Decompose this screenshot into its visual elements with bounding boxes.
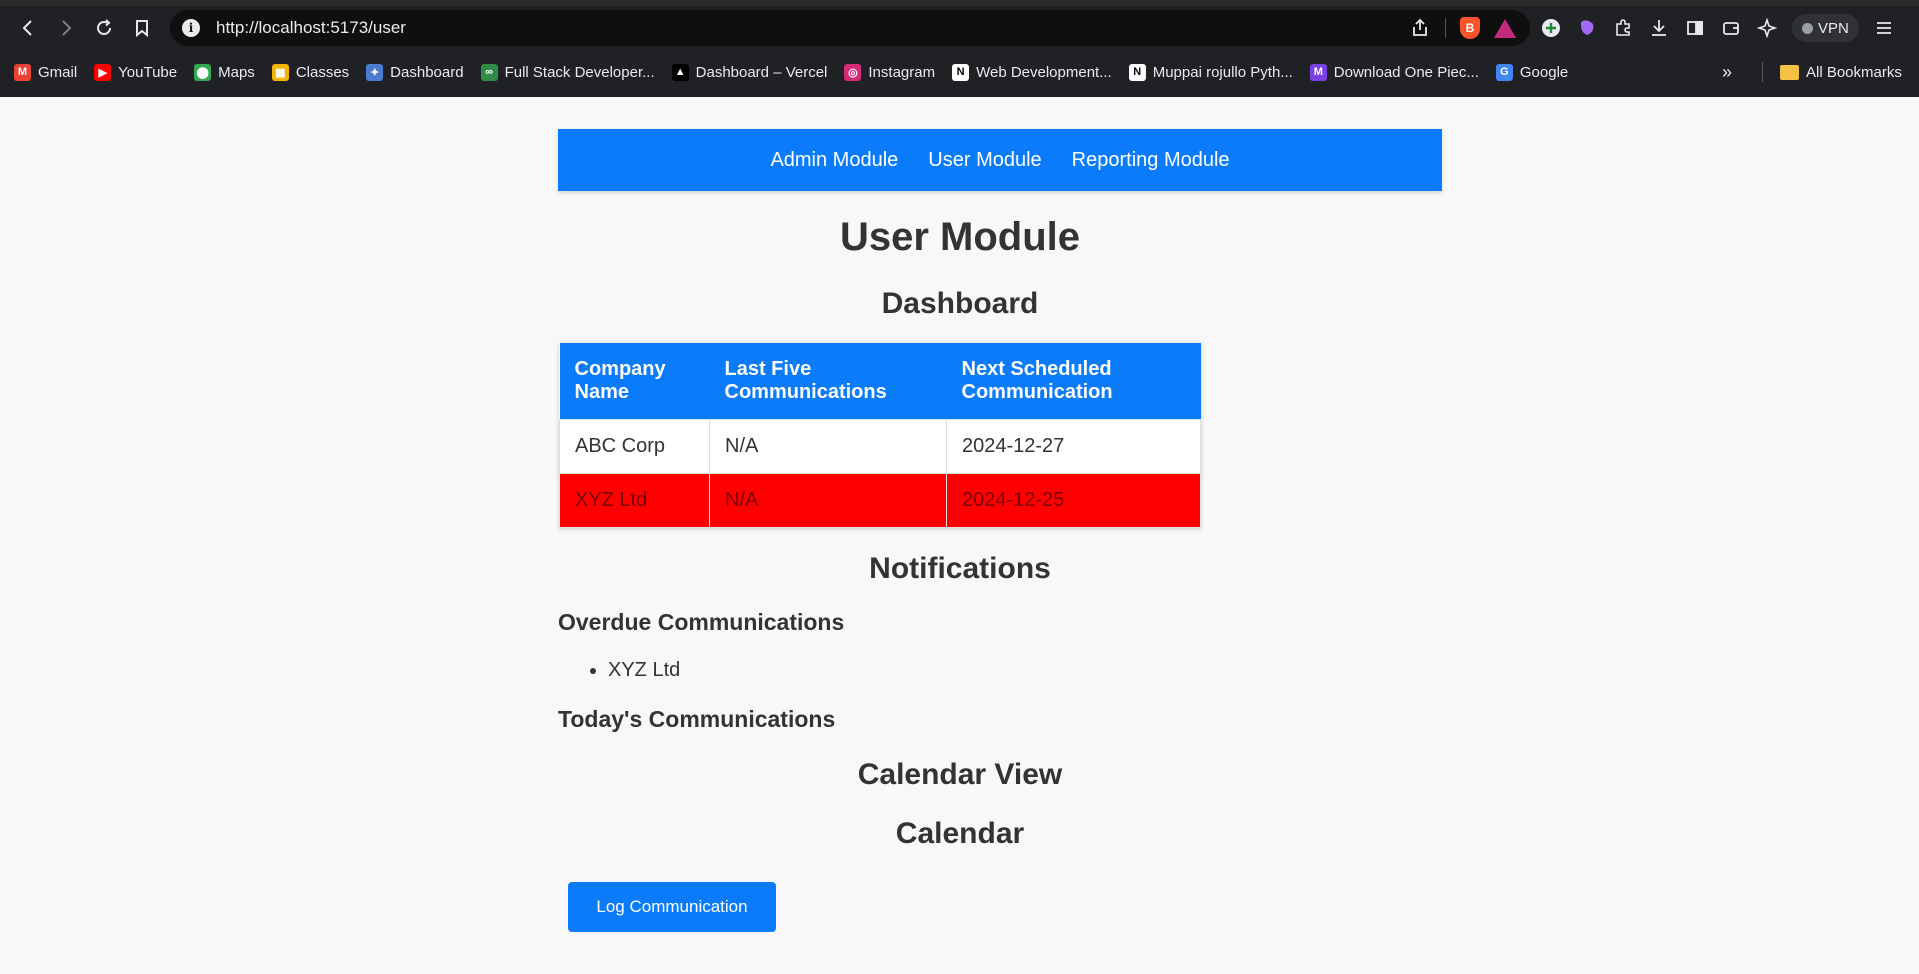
overdue-heading: Overdue Communications bbox=[558, 609, 845, 635]
cell-next-scheduled: 2024-12-27 bbox=[946, 418, 1201, 474]
notion-icon: N bbox=[952, 63, 970, 81]
folder-icon bbox=[1780, 64, 1799, 80]
bookmark-item[interactable]: ▲ Dashboard – Vercel bbox=[671, 63, 828, 81]
browser-toolbar: i http://localhost:5173/user B VPN bbox=[0, 6, 1919, 50]
cell-company: XYZ Ltd bbox=[559, 472, 710, 528]
notifications-heading: Notifications bbox=[869, 552, 1051, 585]
dashboard-icon: ✦ bbox=[366, 63, 384, 81]
bookmark-item[interactable]: ▶ YouTube bbox=[94, 63, 178, 81]
bookmark-label: Download One Piec... bbox=[1333, 63, 1479, 81]
overdue-list: XYZ Ltd bbox=[608, 659, 680, 682]
bookmark-label: Dashboard – Vercel bbox=[695, 63, 828, 81]
bookmark-label: Dashboard bbox=[390, 63, 464, 81]
divider bbox=[1445, 18, 1446, 38]
leo-sparkle-icon[interactable] bbox=[1756, 17, 1778, 39]
page-title: User Module bbox=[839, 215, 1081, 259]
vpn-status-icon bbox=[1802, 22, 1813, 34]
nav-user-module[interactable]: User Module bbox=[928, 149, 1041, 172]
bookmark-label: Instagram bbox=[868, 63, 936, 81]
column-header-next-scheduled: Next Scheduled Communication bbox=[946, 343, 1201, 419]
bookmark-label: Muppai rojullo Pyth... bbox=[1152, 63, 1293, 81]
wallet-icon[interactable] bbox=[1720, 17, 1742, 39]
gmail-icon: M bbox=[14, 63, 31, 81]
bookmark-item[interactable]: ⬤ Maps bbox=[194, 63, 255, 81]
back-icon[interactable] bbox=[10, 10, 46, 46]
bookmarks-bar: M Gmail ▶ YouTube ⬤ Maps ▦ Classes ✦ Dashboard ∞ Fu… bbox=[0, 57, 1919, 87]
bookmark-label: Web Development... bbox=[976, 63, 1112, 81]
m-site-icon: M bbox=[1309, 63, 1327, 81]
today-heading: Today's Communications bbox=[558, 706, 836, 732]
cell-last-five: N/A bbox=[709, 418, 947, 474]
bookmark-label: Gmail bbox=[38, 63, 78, 81]
cell-last-five: N/A bbox=[709, 472, 947, 528]
page-viewport: Admin Module User Module Reporting Modul… bbox=[0, 97, 1919, 974]
bookmark-item[interactable]: ◎ Instagram bbox=[844, 63, 936, 81]
maps-icon: ⬤ bbox=[194, 63, 212, 81]
add-icon[interactable] bbox=[1540, 17, 1562, 39]
download-icon[interactable] bbox=[1648, 17, 1670, 39]
bookmark-item[interactable]: ∞ Full Stack Developer... bbox=[480, 63, 655, 81]
all-bookmarks-button[interactable]: All Bookmarks bbox=[1780, 57, 1902, 87]
table-body: ABC Corp N/A 2024-12-27 XYZ Ltd N/A 2024-12-2… bbox=[559, 418, 1201, 528]
geeksforgeeks-icon: ∞ bbox=[480, 63, 498, 81]
bookmark-item[interactable]: M Gmail bbox=[14, 63, 78, 81]
bookmark-icon[interactable] bbox=[124, 10, 160, 46]
list-item: XYZ Ltd bbox=[608, 659, 680, 682]
bookmark-label: YouTube bbox=[118, 63, 178, 81]
brave-rewards-icon[interactable] bbox=[1494, 18, 1516, 38]
leo-ai-icon[interactable] bbox=[1576, 17, 1598, 39]
column-header-last-five: Last Five Communications bbox=[709, 343, 947, 419]
bookmark-label: Google bbox=[1519, 63, 1569, 81]
bookmark-item[interactable]: G Google bbox=[1495, 63, 1569, 81]
site-info-icon[interactable]: i bbox=[182, 19, 200, 37]
classes-icon: ▦ bbox=[271, 63, 289, 81]
bookmark-label: Maps bbox=[218, 63, 255, 81]
column-header-company: Company Name bbox=[559, 343, 710, 419]
share-icon[interactable] bbox=[1409, 17, 1431, 39]
bookmark-item[interactable]: ▦ Classes bbox=[271, 63, 350, 81]
calendar-view-heading: Calendar View bbox=[857, 758, 1063, 791]
dashboard-heading: Dashboard bbox=[881, 287, 1039, 320]
bookmark-item[interactable]: N Web Development... bbox=[952, 63, 1112, 81]
browser-chrome: i http://localhost:5173/user B VPN M Gma… bbox=[0, 0, 1919, 97]
cell-company: ABC Corp bbox=[559, 418, 710, 474]
vpn-label: VPN bbox=[1818, 19, 1849, 37]
more-bookmarks-icon[interactable]: » bbox=[1722, 57, 1732, 87]
log-communication-button[interactable]: Log Communication bbox=[568, 882, 776, 932]
notion-icon: N bbox=[1128, 63, 1146, 81]
dashboard-table: Company Name Last Five Communications Ne… bbox=[559, 343, 1201, 528]
instagram-icon: ◎ bbox=[844, 63, 862, 81]
url-text[interactable]: http://localhost:5173/user bbox=[216, 18, 406, 38]
reload-icon[interactable] bbox=[86, 10, 122, 46]
bookmark-item[interactable]: N Muppai rojullo Pyth... bbox=[1128, 63, 1293, 81]
address-bar[interactable]: i http://localhost:5173/user B bbox=[170, 10, 1530, 46]
all-bookmarks-label: All Bookmarks bbox=[1806, 63, 1902, 81]
nav-reporting-module[interactable]: Reporting Module bbox=[1072, 149, 1230, 172]
vercel-icon: ▲ bbox=[671, 63, 689, 81]
table-header-row: Company Name Last Five Communications Ne… bbox=[559, 343, 1201, 419]
table-row: ABC Corp N/A 2024-12-27 bbox=[559, 418, 1201, 474]
bookmark-label: Full Stack Developer... bbox=[504, 63, 655, 81]
youtube-icon: ▶ bbox=[94, 63, 112, 81]
google-icon: G bbox=[1495, 63, 1513, 81]
module-nav: Admin Module User Module Reporting Modul… bbox=[558, 129, 1442, 191]
forward-icon[interactable] bbox=[48, 10, 84, 46]
extensions-icon[interactable] bbox=[1612, 17, 1634, 39]
nav-admin-module[interactable]: Admin Module bbox=[770, 149, 898, 172]
bookmark-label: Classes bbox=[295, 63, 350, 81]
cell-next-scheduled: 2024-12-25 bbox=[946, 472, 1201, 528]
brave-shields-icon[interactable]: B bbox=[1460, 17, 1480, 39]
menu-icon[interactable] bbox=[1873, 17, 1895, 39]
vpn-button[interactable]: VPN bbox=[1792, 14, 1859, 42]
bookmark-item[interactable]: M Download One Piec... bbox=[1309, 63, 1479, 81]
bookmark-item[interactable]: ✦ Dashboard bbox=[366, 63, 464, 81]
divider bbox=[1762, 62, 1763, 82]
sidebar-icon[interactable] bbox=[1684, 17, 1706, 39]
calendar-heading: Calendar bbox=[895, 817, 1025, 850]
table-row: XYZ Ltd N/A 2024-12-25 bbox=[559, 472, 1201, 528]
